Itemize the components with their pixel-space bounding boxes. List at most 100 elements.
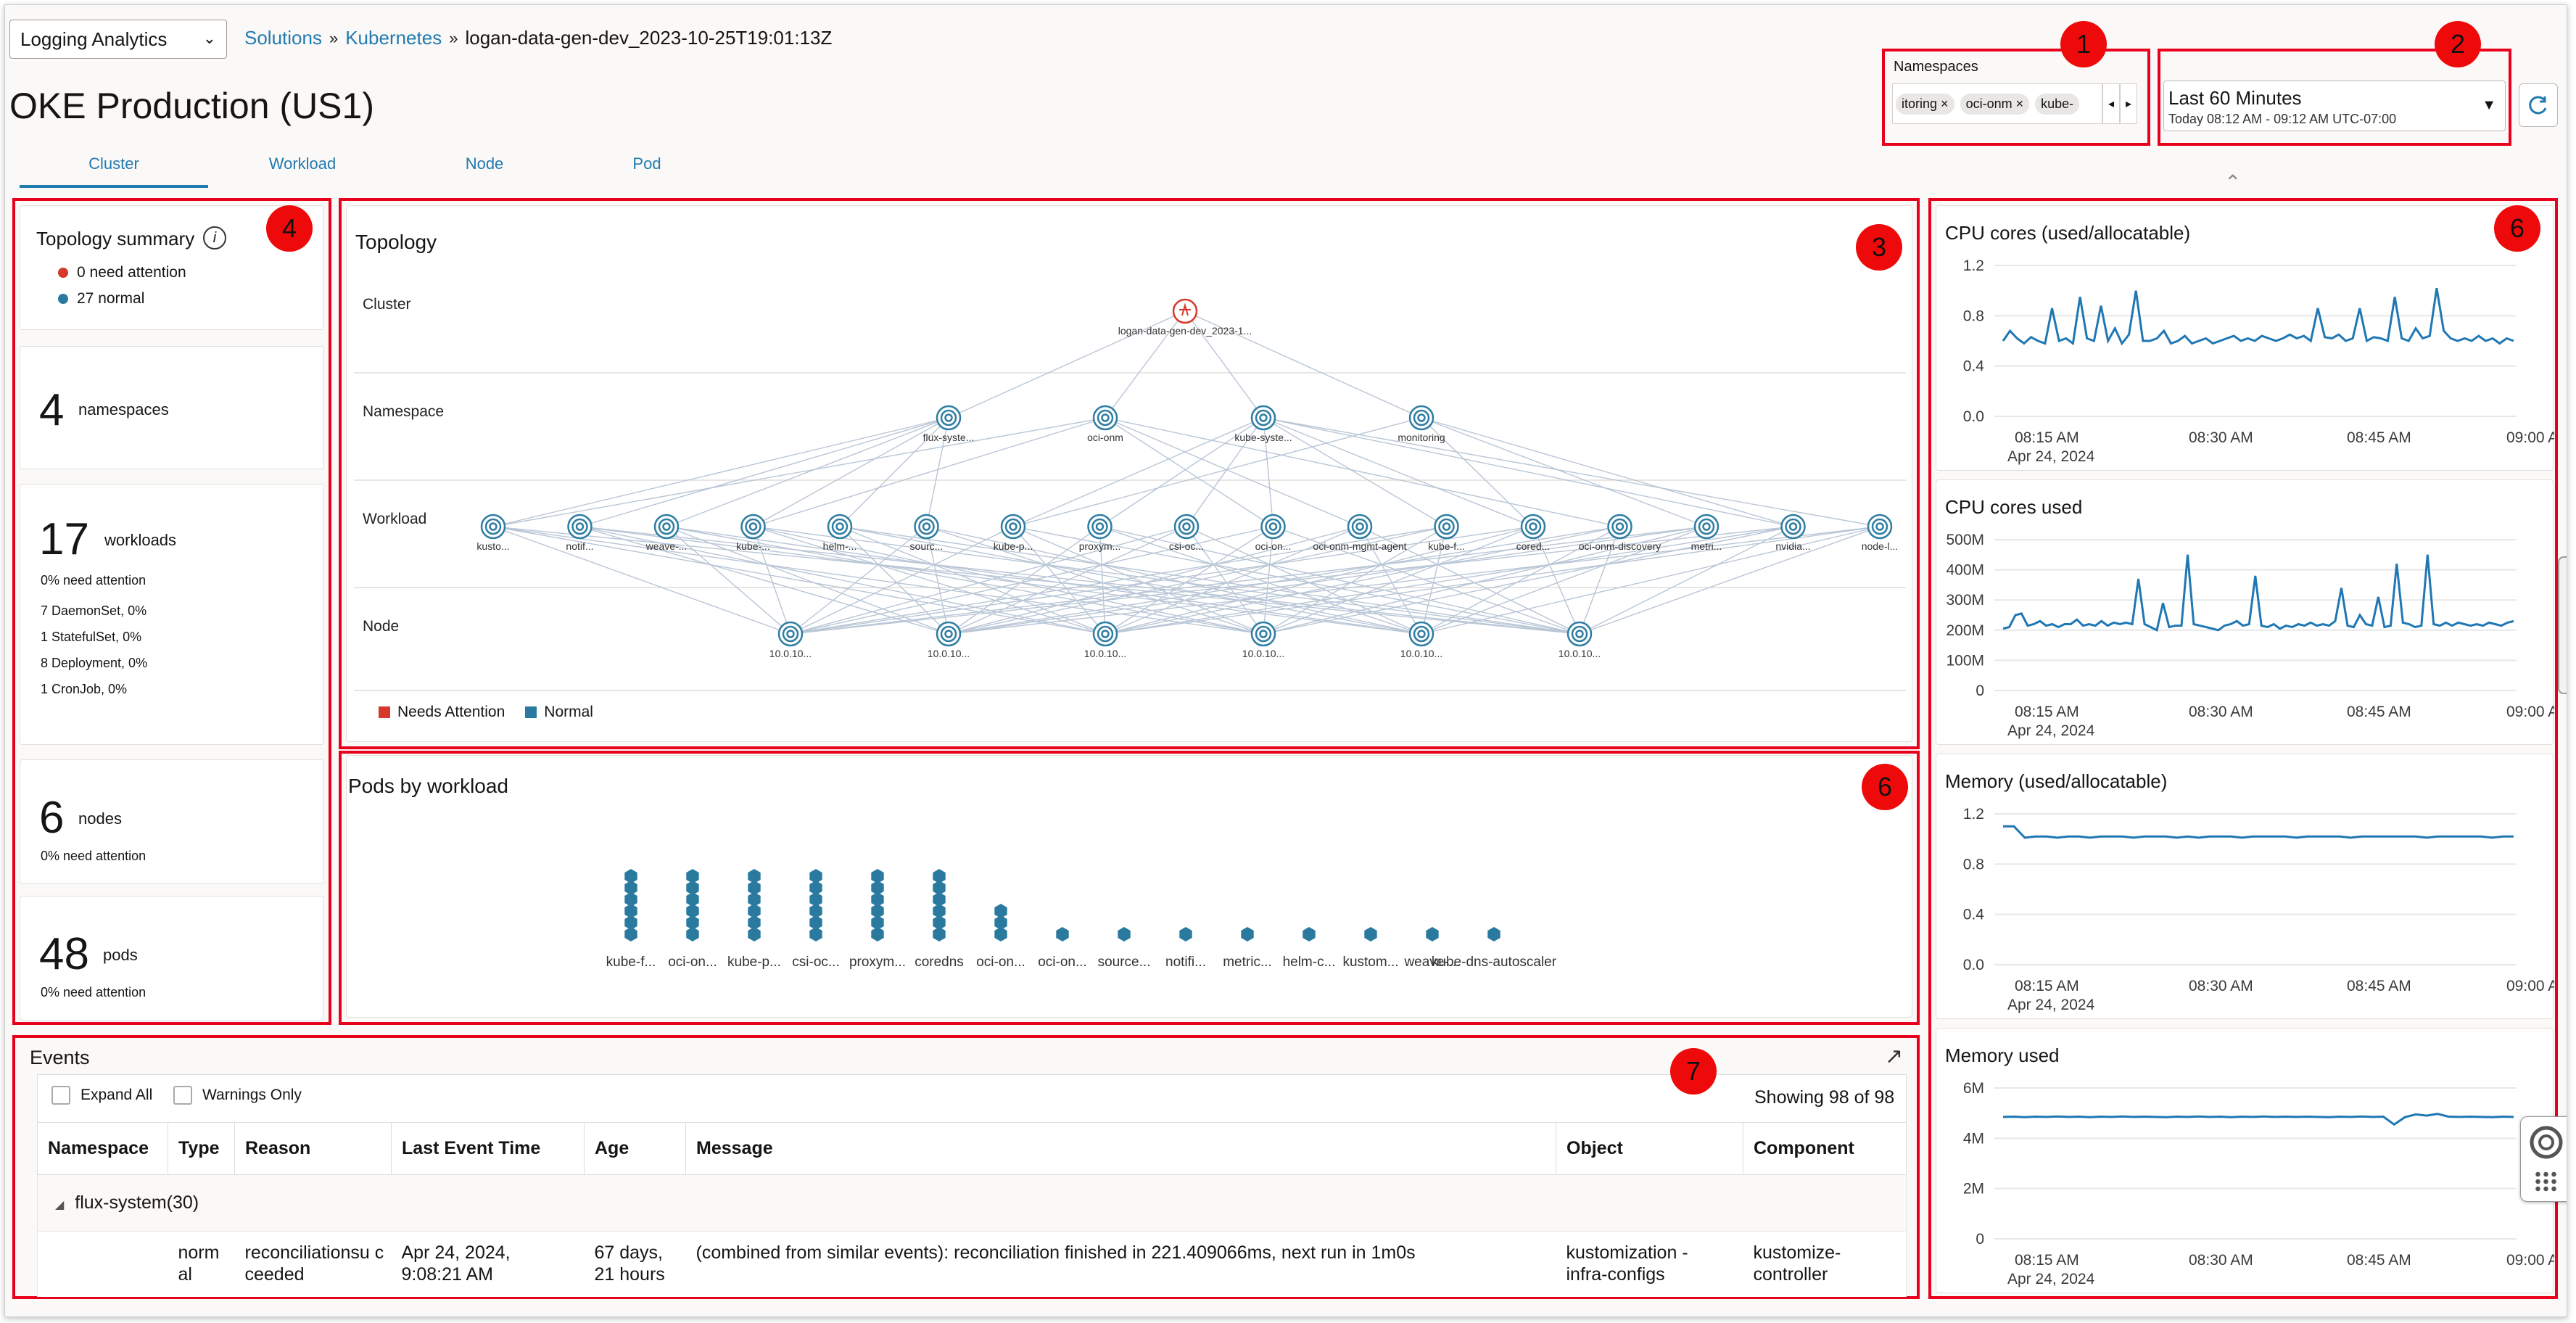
namespaces-count-card[interactable]: 4 namespaces — [20, 346, 324, 469]
col-age[interactable]: Age — [584, 1122, 686, 1175]
pod-hexagon[interactable] — [1118, 927, 1131, 941]
pod-hexagon[interactable] — [1426, 927, 1439, 941]
workload-node[interactable] — [1347, 514, 1373, 540]
cluster-node[interactable] — [1172, 298, 1198, 324]
breadcrumb-solutions[interactable]: Solutions — [244, 27, 322, 49]
workload-node[interactable] — [1087, 514, 1112, 540]
info-icon[interactable]: i — [203, 226, 226, 250]
memory-util-chart[interactable]: Memory (used/allocatable) 1.2 0.8 0.4 0.0 08:… — [1936, 754, 2554, 1020]
pod-hexagon[interactable] — [1487, 927, 1500, 941]
node-node[interactable] — [1566, 621, 1593, 647]
expand-panel-icon[interactable]: ↗ — [1885, 1044, 1903, 1069]
chevron-down-icon: ⌄ — [202, 29, 216, 47]
namespace-node[interactable] — [1092, 405, 1118, 431]
help-widget[interactable] — [2520, 1116, 2567, 1202]
node-node[interactable] — [777, 621, 804, 647]
tab-pod[interactable]: Pod — [593, 147, 701, 188]
workload-node[interactable] — [653, 514, 680, 540]
expand-all-checkbox[interactable] — [51, 1086, 70, 1105]
app-selector[interactable]: Logging Analytics ⌄ — [9, 20, 227, 59]
workload-node[interactable] — [1000, 514, 1026, 540]
pod-hexagon[interactable] — [1303, 927, 1316, 941]
pod-hexagon[interactable] — [686, 869, 699, 883]
group-row[interactable]: ◢ flux-system(30) — [37, 1174, 1907, 1232]
col-component[interactable]: Component — [1743, 1122, 1907, 1175]
tab-workload[interactable]: Workload — [230, 147, 375, 188]
col-object[interactable]: Object — [1556, 1122, 1743, 1175]
warnings-only-checkbox[interactable] — [173, 1086, 192, 1105]
refresh-button[interactable] — [2519, 83, 2558, 127]
collapse-header-icon[interactable]: ⌃ — [2224, 170, 2241, 194]
y-tick-label: 6M — [1963, 1080, 1984, 1097]
workload-node[interactable] — [1520, 514, 1546, 540]
pod-workload-label: metric... — [1223, 955, 1272, 970]
node-node[interactable] — [936, 621, 962, 647]
pod-hexagon[interactable] — [933, 869, 946, 883]
expand-all-control[interactable]: Expand All — [51, 1086, 152, 1105]
workload-node-label: csi-oc... — [1169, 540, 1204, 552]
workload-node[interactable] — [914, 514, 939, 540]
nodes-count-card[interactable]: 6 nodes 0% need attention — [20, 759, 324, 884]
side-panel-handle[interactable] — [2558, 556, 2567, 694]
tab-node[interactable]: Node — [430, 147, 539, 188]
workload-node[interactable] — [480, 514, 506, 540]
x-tick-label: 08:45 AM — [2347, 1252, 2411, 1269]
workload-node[interactable] — [1173, 514, 1200, 540]
warnings-only-control[interactable]: Warnings Only — [173, 1086, 302, 1105]
pods-by-workload-chart[interactable]: kube-f... oci-on... kube-p... csi-oc... prox… — [347, 756, 1913, 1018]
namespace-node[interactable] — [1408, 405, 1434, 431]
namespace-node[interactable] — [1250, 405, 1276, 431]
node-node[interactable] — [1092, 621, 1118, 647]
pod-hexagon[interactable] — [1241, 927, 1254, 941]
breadcrumb-kubernetes[interactable]: Kubernetes — [345, 27, 442, 49]
workload-node-label: sourc... — [910, 540, 944, 552]
x-tick-label: 08:30 AM — [2189, 429, 2253, 446]
pod-hexagon[interactable] — [1056, 927, 1069, 941]
pod-hexagon[interactable] — [748, 869, 761, 883]
pod-hexagon[interactable] — [624, 869, 637, 883]
cpu-util-chart[interactable]: CPU cores (used/allocatable) 1.2 0.8 0.4 0.0… — [1936, 206, 2554, 471]
cpu-used-chart[interactable]: CPU cores used 500M 400M 300M 200M 100M 0 08:15… — [1936, 480, 2554, 746]
workload-node[interactable] — [1260, 514, 1286, 540]
workload-node[interactable] — [1867, 514, 1893, 540]
workload-node[interactable] — [1607, 514, 1632, 540]
col-last-event-time[interactable]: Last Event Time — [391, 1122, 585, 1175]
pods-count-card[interactable]: 48 pods 0% need attention — [20, 896, 324, 1021]
events-count: Showing 98 of 98 — [1754, 1087, 1895, 1108]
col-type[interactable]: Type — [168, 1122, 235, 1175]
workload-node[interactable] — [827, 514, 853, 540]
workloads-count-card[interactable]: 17 workloads 0% need attention 7 DaemonS… — [20, 484, 324, 745]
workload-node[interactable] — [1693, 514, 1720, 540]
app-window: Logging Analytics ⌄ Solutions » Kubernet… — [4, 4, 2567, 1317]
pod-hexagon[interactable] — [871, 869, 884, 883]
pod-workload-label: kube-p... — [727, 955, 781, 970]
topology-edge — [1263, 417, 1793, 527]
node-node[interactable] — [1250, 621, 1276, 647]
workload-node[interactable] — [1434, 514, 1459, 540]
node-node[interactable] — [1408, 621, 1434, 647]
workload-node[interactable] — [740, 514, 766, 540]
x-tick-label: 08:30 AM — [2189, 1252, 2253, 1269]
chart-title: CPU cores used — [1945, 496, 2082, 518]
event-reason: reconciliationsu cceeded — [244, 1242, 384, 1285]
workload-node-label: weave-... — [645, 540, 688, 552]
pod-hexagon[interactable] — [994, 904, 1007, 918]
col-message[interactable]: Message — [685, 1122, 1556, 1175]
chart-title: CPU cores (used/allocatable) — [1945, 222, 2190, 244]
col-reason[interactable]: Reason — [234, 1122, 392, 1175]
col-namespace[interactable]: Namespace — [37, 1122, 168, 1175]
memory-used-chart[interactable]: Memory used 6M 4M 2M 0 08:15 AM 08:30 AM 08:45 … — [1936, 1029, 2554, 1294]
topology-graph[interactable]: Cluster Namespace Workload Node logan-data-g… — [347, 206, 1913, 743]
namespace-node[interactable] — [936, 405, 962, 431]
workload-node[interactable] — [1780, 514, 1806, 540]
table-row[interactable]: norm al reconciliationsu cceeded Apr 24,… — [37, 1231, 1907, 1297]
tab-cluster[interactable]: Cluster — [20, 147, 208, 188]
pod-hexagon[interactable] — [1364, 927, 1377, 941]
pod-hexagon[interactable] — [1179, 927, 1192, 941]
pod-hexagon[interactable] — [809, 869, 822, 883]
callout-badge-6b: 6 — [1862, 764, 1908, 810]
collapse-triangle-icon[interactable]: ◢ — [55, 1199, 64, 1211]
workload-node[interactable] — [567, 514, 593, 540]
y-tick-label: 0.8 — [1963, 856, 1984, 873]
workloads-attention: 0% need attention — [41, 573, 146, 588]
